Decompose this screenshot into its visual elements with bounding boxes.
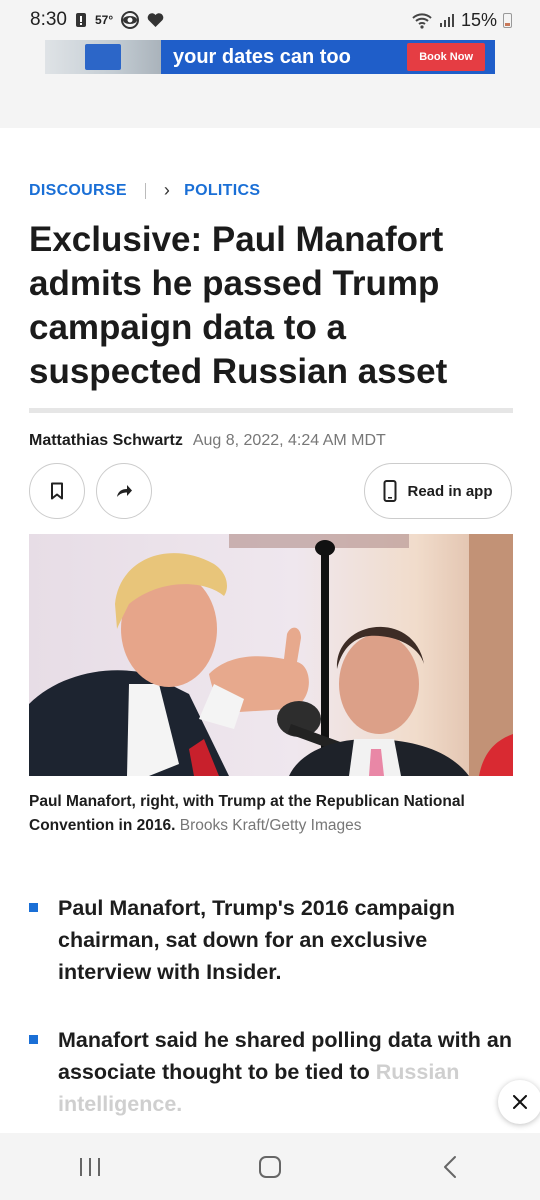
read-in-app-button[interactable]: Read in app [364,463,512,519]
bookmark-icon [51,482,63,500]
ad-zone: your dates can too Book Now [0,40,540,128]
key-points-list: Paul Manafort, Trump's 2016 campaign cha… [29,892,513,1156]
home-button[interactable] [230,1142,310,1192]
byline: Mattathias Schwartz Aug 8, 2022, 4:24 AM… [29,432,386,450]
publish-date: Aug 8, 2022, 4:24 AM MDT [192,432,386,449]
breadcrumb-politics[interactable]: POLITICS [184,182,260,200]
read-in-app-label: Read in app [407,482,493,500]
article-photo[interactable] [29,534,513,776]
wifi-icon [412,13,432,29]
phone-icon [383,480,397,502]
photo-illustration [29,534,513,776]
article-headline: Exclusive: Paul Manafort admits he passe… [29,220,448,391]
status-time: 8:30 [30,9,67,30]
system-nav-bar [0,1133,540,1200]
cbs-eye-icon [121,11,140,29]
breadcrumb-divider [144,182,146,199]
back-icon [444,1155,456,1178]
signal-icon [439,14,454,27]
ad-book-now-button[interactable]: Book Now [407,43,485,71]
close-button[interactable] [498,1080,540,1124]
status-temperature: 57° [94,13,114,27]
bullet-marker [29,1035,38,1044]
bullet-marker [29,903,38,912]
key-point: Manafort said he shared polling data wit… [29,1024,513,1120]
recents-button[interactable] [50,1142,130,1192]
close-icon [513,1095,527,1109]
bookmark-button[interactable] [29,463,85,519]
ad-text: your dates can too [173,45,351,68]
recents-icon [80,1157,100,1176]
home-icon [259,1155,281,1178]
breadcrumb-discourse[interactable]: DISCOURSE [29,182,127,200]
heart-icon [147,13,164,27]
author-name[interactable]: Mattathias Schwartz [29,432,183,450]
battery-icon [503,12,512,28]
headline-divider [29,408,513,413]
photo-credit: Brooks Kraft/Getty Images [179,817,362,834]
key-point-text: Paul Manafort, Trump's 2016 campaign cha… [58,896,456,984]
back-button[interactable] [410,1142,490,1192]
share-button[interactable] [96,463,152,519]
chevron-right-icon: › [163,180,171,200]
photo-caption: Paul Manafort, right, with Trump at the … [29,790,513,838]
share-icon [117,485,132,497]
notification-icon [75,13,86,27]
battery-percent: 15% [460,9,497,30]
ad-image [45,40,161,74]
status-right: 15% [411,10,512,31]
status-bar: 8:30 57° 15% [0,0,540,40]
status-left: 8:30 57° [30,9,164,31]
key-point: Paul Manafort, Trump's 2016 campaign cha… [29,892,513,988]
ad-banner[interactable]: your dates can too Book Now [45,40,495,74]
breadcrumb: DISCOURSE › POLITICS [29,180,260,201]
